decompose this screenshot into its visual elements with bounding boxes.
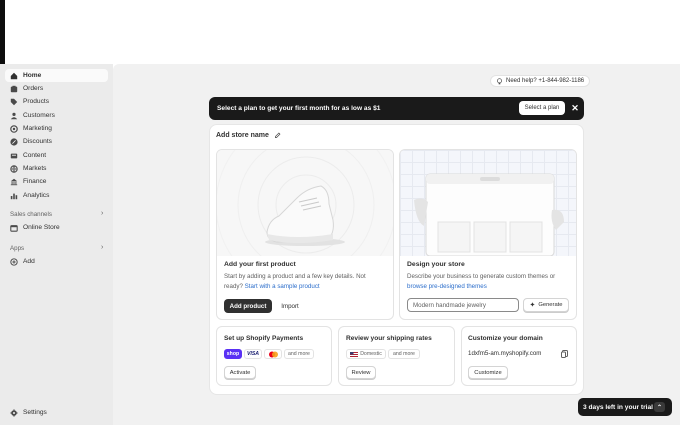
- plan-banner: Select a plan to get your first month fo…: [209, 97, 584, 120]
- sidebar-item-discounts[interactable]: Discounts: [5, 135, 108, 148]
- sidebar-item-label: Home: [23, 72, 42, 79]
- design-panel-description: Describe your business to generate custo…: [407, 272, 572, 291]
- sidebar-item-settings[interactable]: Settings: [5, 406, 108, 419]
- design-hero: [400, 150, 576, 257]
- copy-icon[interactable]: [561, 350, 568, 358]
- domain-value: 1dxfm5-am.myshopify.com: [468, 350, 542, 357]
- domain-title: Customize your domain: [468, 335, 543, 342]
- chart-icon: [10, 193, 18, 199]
- product-panel-title: Add your first product: [224, 261, 296, 268]
- sidebar-item-label: Add: [23, 258, 35, 265]
- domestic-label: Domestic: [360, 351, 382, 357]
- chevron-up-icon[interactable]: ⌃: [654, 402, 665, 412]
- add-product-button[interactable]: Add product: [224, 299, 272, 313]
- chevron-right-icon[interactable]: ›: [101, 244, 103, 251]
- review-button[interactable]: Review: [346, 366, 376, 379]
- browser-illustration: [414, 173, 564, 257]
- sample-product-link[interactable]: Start with a sample product: [245, 283, 320, 290]
- sidebar-item-label: Finance: [23, 178, 47, 185]
- store-name-editor[interactable]: Add store name: [216, 132, 281, 139]
- sidebar-item-add-app[interactable]: Add: [5, 255, 108, 268]
- tag-icon: [10, 98, 18, 105]
- us-flag-icon: [350, 351, 359, 357]
- home-icon: [10, 72, 18, 79]
- more-regions-chip: and more: [388, 349, 420, 359]
- visa-badge: VISA: [244, 349, 262, 359]
- select-plan-button[interactable]: Select a plan: [519, 101, 565, 115]
- gear-icon: [10, 408, 18, 417]
- mastercard-icon: [268, 351, 278, 357]
- store-name-label: Add store name: [216, 132, 269, 139]
- sidebar-item-label: Customers: [23, 112, 55, 119]
- sidebar-item-label: Analytics: [23, 192, 50, 199]
- sales-channels-heading[interactable]: Sales channels: [10, 211, 52, 218]
- generate-label: Generate: [538, 302, 563, 308]
- sidebar-item-label: Products: [23, 98, 50, 105]
- sidebar-item-label: Orders: [23, 85, 44, 92]
- trial-indicator[interactable]: 3 days left in your trial ⌃: [578, 398, 672, 416]
- sparkle-icon: ✦: [529, 302, 536, 309]
- chevron-right-icon[interactable]: ›: [101, 210, 103, 217]
- help-button[interactable]: Need help? +1-844-982-1186: [490, 75, 591, 87]
- mastercard-badge: [264, 349, 282, 359]
- browse-themes-link[interactable]: browse pre-designed themes: [407, 283, 487, 290]
- sidebar-item-analytics[interactable]: Analytics: [5, 189, 108, 202]
- help-text: Need help? +1-844-982-1186: [506, 78, 585, 84]
- sidebar-item-home[interactable]: Home: [5, 69, 108, 82]
- product-panel-description: Start by adding a product and a few key …: [224, 272, 384, 291]
- shipping-title: Review your shipping rates: [346, 335, 432, 342]
- orders-icon: [10, 85, 18, 92]
- add-product-panel: [216, 149, 394, 320]
- sidebar-item-label: Marketing: [23, 125, 52, 132]
- design-store-panel: [399, 149, 577, 320]
- sidebar-item-content[interactable]: Content: [5, 149, 108, 162]
- payments-title: Set up Shopify Payments: [224, 335, 304, 342]
- activate-button[interactable]: Activate: [224, 366, 256, 379]
- sidebar-item-label: Markets: [23, 165, 47, 172]
- design-panel-title: Design your store: [407, 261, 465, 268]
- store-icon: [10, 224, 18, 232]
- more-methods-chip: and more: [284, 349, 314, 359]
- shop-pay-badge: shop: [224, 349, 242, 359]
- sidebar-item-label: Content: [23, 152, 47, 159]
- banner-text: Select a plan to get your first month fo…: [217, 105, 381, 112]
- bulb-icon: [497, 77, 502, 84]
- bank-icon: [10, 178, 18, 185]
- sidebar-item-products[interactable]: Products: [5, 95, 108, 108]
- apps-heading[interactable]: Apps: [10, 245, 24, 252]
- content-icon: [10, 153, 18, 158]
- sidebar-item-customers[interactable]: Customers: [5, 109, 108, 122]
- trial-text: 3 days left in your trial: [583, 403, 653, 411]
- globe-icon: [10, 164, 18, 173]
- top-bar: [0, 0, 680, 64]
- sidebar-item-label: Settings: [23, 409, 47, 416]
- sidebar: Home Orders Products Customers Marketing…: [0, 64, 113, 425]
- window-edge: [0, 0, 5, 64]
- sidebar-item-label: Discounts: [23, 138, 52, 145]
- discount-icon: [10, 137, 18, 146]
- plus-circle-icon: [10, 257, 18, 266]
- sidebar-item-label: Online Store: [23, 224, 60, 231]
- sidebar-item-online-store[interactable]: Online Store: [5, 221, 108, 234]
- pencil-icon: [274, 132, 281, 138]
- theme-prompt-input[interactable]: Modern handmade jewelry: [407, 298, 519, 312]
- sidebar-item-finance[interactable]: Finance: [5, 175, 108, 188]
- sidebar-item-markets[interactable]: Markets: [5, 162, 108, 175]
- design-description-text: Describe your business to generate custo…: [407, 273, 556, 280]
- product-hero: [217, 150, 393, 296]
- import-button[interactable]: Import: [276, 299, 304, 313]
- person-icon: [10, 112, 18, 119]
- sneaker-illustration: [217, 150, 393, 296]
- close-icon[interactable]: ✕: [569, 102, 581, 114]
- target-icon: [10, 124, 18, 133]
- sidebar-item-orders[interactable]: Orders: [5, 82, 108, 95]
- domestic-chip: Domestic: [346, 349, 386, 359]
- generate-button[interactable]: ✦ Generate: [523, 298, 569, 312]
- sidebar-item-marketing[interactable]: Marketing: [5, 122, 108, 135]
- customize-button[interactable]: Customize: [468, 366, 508, 379]
